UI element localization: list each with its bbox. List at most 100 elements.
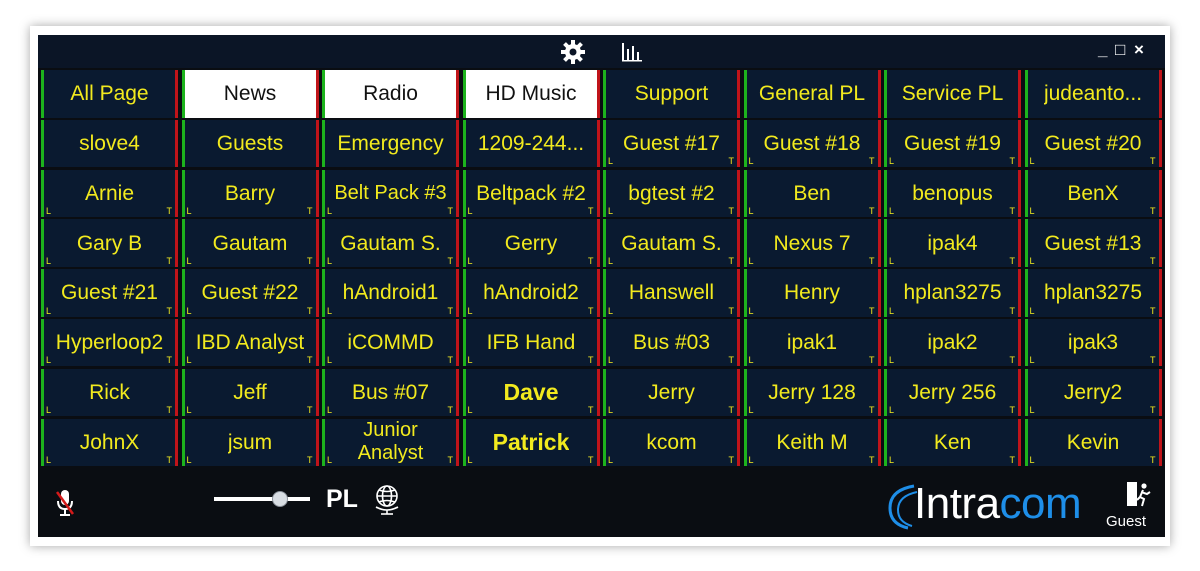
tab-key[interactable]: HD Music	[462, 70, 600, 118]
intercom-key[interactable]: Jerry 128 L T	[743, 368, 881, 417]
intercom-key[interactable]: hAndroid1 L T	[322, 269, 459, 317]
intercom-key[interactable]: JohnX L T	[41, 418, 178, 467]
talk-indicator: T	[1009, 405, 1016, 416]
intercom-key[interactable]: Gautam S. L T	[603, 219, 740, 267]
logo-text: Intracom	[914, 479, 1082, 528]
tab-key[interactable]: judeanto...	[1024, 70, 1162, 118]
intercom-key[interactable]: Henry L T	[743, 269, 881, 317]
intercom-key[interactable]: BenX L T	[1024, 169, 1162, 218]
maximize-button[interactable]: □	[1115, 39, 1125, 61]
intercom-key[interactable]: Jerry L T	[603, 368, 740, 417]
listen-indicator: L	[1029, 455, 1035, 466]
globe-icon[interactable]	[372, 483, 402, 515]
intercom-key[interactable]: Bus #03 L T	[603, 318, 740, 367]
volume-slider[interactable]	[214, 491, 310, 507]
exit-icon[interactable]	[1125, 480, 1153, 508]
intercom-key[interactable]: IFB Hand L T	[462, 318, 600, 367]
key-label: Support	[634, 82, 709, 106]
intercom-key[interactable]: ipak2 L T	[884, 318, 1021, 367]
intercom-key[interactable]: Ben L T	[743, 169, 881, 218]
tab-key[interactable]: Radio	[322, 70, 459, 118]
tab-key[interactable]: Service PL	[884, 70, 1021, 118]
listen-indicator: L	[467, 255, 473, 266]
intercom-key[interactable]: iCOMMD L T	[322, 318, 459, 367]
intercom-key[interactable]: Jerry 256 L T	[884, 368, 1021, 417]
intercom-key[interactable]: bgtest #2 L T	[603, 169, 740, 218]
intercom-key[interactable]: Gautam S. L T	[322, 219, 459, 267]
intercom-key[interactable]: Guest #19 L T	[884, 119, 1021, 168]
intercom-key[interactable]: Nexus 7 L T	[743, 219, 881, 267]
intercom-key[interactable]: ipak4 L T	[884, 219, 1021, 267]
key-label: Jerry	[648, 381, 695, 405]
talk-indicator: T	[869, 206, 875, 217]
intercom-key[interactable]: benopus L T	[884, 169, 1021, 218]
intercom-key[interactable]: Guest #21 L T	[41, 269, 178, 317]
intercom-key[interactable]: Hanswell L T	[603, 269, 740, 317]
intercom-key[interactable]: ipak3 L T	[1024, 318, 1162, 367]
intercom-key[interactable]: Guest #18 L T	[743, 119, 881, 168]
listen-indicator: L	[46, 455, 52, 466]
tab-key[interactable]: All Page	[41, 70, 178, 118]
intercom-key[interactable]: Belt Pack #3 L T	[322, 169, 459, 218]
intercom-key[interactable]: Kevin L T	[1024, 418, 1162, 467]
tab-key[interactable]: Support	[603, 70, 740, 118]
listen-indicator: L	[748, 255, 754, 266]
intercom-key[interactable]: jsum L T	[181, 418, 319, 467]
key-label: Bus #03	[632, 331, 711, 355]
tab-key[interactable]: General PL	[743, 70, 881, 118]
volume-thumb[interactable]	[271, 491, 288, 507]
key-label: Jerry 128	[768, 381, 856, 405]
intercom-key[interactable]: Emergency	[322, 119, 459, 168]
talk-indicator: T	[1009, 305, 1016, 316]
key-label: IBD Analyst	[195, 331, 305, 355]
key-label: Guest #18	[763, 132, 861, 156]
talk-indicator: T	[588, 255, 594, 266]
intercom-key[interactable]: Beltpack #2 L T	[462, 169, 600, 218]
intercom-key[interactable]: Guests	[181, 119, 319, 168]
intercom-key[interactable]: Jeff L T	[181, 368, 319, 417]
minimize-button[interactable]: _	[1098, 39, 1107, 61]
intercom-key[interactable]: Arnie L T	[41, 169, 178, 218]
intercom-key[interactable]: Rick L T	[41, 368, 178, 417]
talk-indicator: T	[1150, 206, 1156, 217]
intercom-key[interactable]: kcom L T	[603, 418, 740, 467]
intercom-key[interactable]: slove4	[41, 119, 178, 168]
intercom-key[interactable]: Keith M L T	[743, 418, 881, 467]
key-label: iCOMMD	[347, 331, 434, 355]
intercom-key[interactable]: Hyperloop2 L T	[41, 318, 178, 367]
intercom-key[interactable]: Bus #07 L T	[322, 368, 459, 417]
bar-chart-icon[interactable]	[620, 41, 644, 63]
talk-indicator: T	[1150, 355, 1156, 366]
mic-muted-icon[interactable]	[54, 488, 76, 518]
intercom-key[interactable]: Guest #20 L T	[1024, 119, 1162, 168]
intercom-key[interactable]: Guest #22 L T	[181, 269, 319, 317]
intercom-key[interactable]: Guest #13 L T	[1024, 219, 1162, 267]
intercom-key[interactable]: Barry L T	[181, 169, 319, 218]
intercom-key[interactable]: IBD Analyst L T	[181, 318, 319, 367]
intercom-key[interactable]: hAndroid2 L T	[462, 269, 600, 317]
intercom-key[interactable]: Patrick L T	[462, 418, 600, 467]
tab-key[interactable]: News	[181, 70, 319, 118]
key-label: Emergency	[337, 132, 444, 156]
key-label: Kevin	[1066, 430, 1120, 454]
talk-indicator: T	[1009, 455, 1016, 466]
key-label: Gautam S.	[621, 231, 722, 255]
intercom-key[interactable]: ipak1 L T	[743, 318, 881, 367]
gear-icon[interactable]	[560, 39, 586, 65]
intercom-key[interactable]: Gautam L T	[181, 219, 319, 267]
talk-indicator: T	[1009, 206, 1016, 217]
intercom-key[interactable]: hplan3275 L T	[1024, 269, 1162, 317]
close-button[interactable]: ×	[1134, 39, 1144, 61]
intercom-key[interactable]: Guest #17 L T	[603, 119, 740, 168]
key-label: Junior Analyst	[357, 419, 424, 465]
intercom-key[interactable]: Ken L T	[884, 418, 1021, 467]
intercom-key[interactable]: Dave L T	[462, 368, 600, 417]
intercom-key[interactable]: Jerry2 L T	[1024, 368, 1162, 417]
listen-indicator: L	[748, 156, 754, 167]
listen-indicator: L	[889, 305, 895, 316]
intercom-key[interactable]: Gerry L T	[462, 219, 600, 267]
intercom-key[interactable]: 1209-244...	[462, 119, 600, 168]
intercom-key[interactable]: Junior Analyst L T	[322, 418, 459, 467]
intercom-key[interactable]: Gary B L T	[41, 219, 178, 267]
intercom-key[interactable]: hplan3275 L T	[884, 269, 1021, 317]
